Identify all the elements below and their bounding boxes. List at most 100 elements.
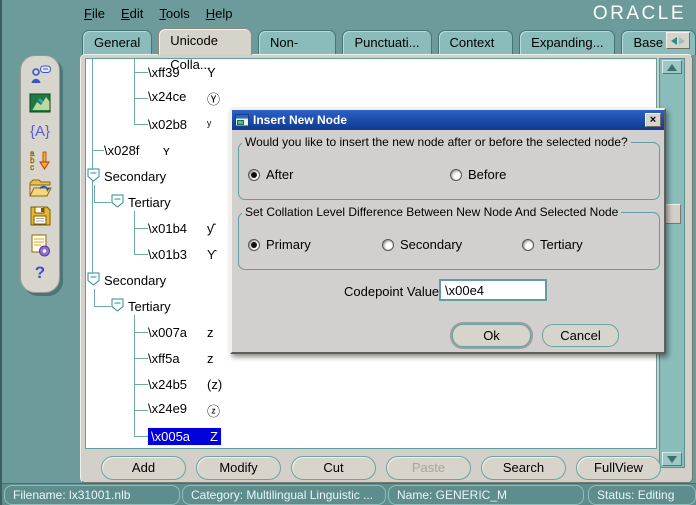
insert-new-node-dialog: Insert New Node × Would you like to inse… [230, 108, 666, 354]
character-set-icon[interactable]: {A} [26, 119, 54, 145]
tab-non-spaci[interactable]: Non-Spaci... [258, 30, 336, 55]
menu-bar: FileEditToolsHelp ORACLE [2, 0, 696, 26]
cancel-button[interactable]: Cancel [542, 324, 619, 347]
glyph-text: Ⓨ [207, 89, 220, 108]
tree-connector [134, 124, 148, 125]
collapse-expander-icon[interactable] [111, 194, 124, 211]
menu-file[interactable]: File [84, 6, 105, 21]
collapse-expander-icon[interactable] [111, 298, 124, 315]
status-bar: Filename: lx31001.nlbCategory: Multiling… [2, 483, 696, 505]
territory-icon[interactable] [26, 90, 54, 116]
codepoint-text: \x24b5 [148, 377, 195, 392]
tree-node-codepoint[interactable]: \x24ce Ⓨ [148, 85, 220, 111]
codepoint-text: \xff5a [148, 351, 195, 366]
paste-button[interactable]: Paste [386, 456, 471, 480]
tree-connector [134, 211, 135, 255]
radio-label: Tertiary [540, 237, 583, 252]
tab-unicode-colla[interactable]: Unicode Colla... [158, 28, 252, 55]
menu-edit[interactable]: Edit [121, 6, 143, 21]
close-icon[interactable]: × [645, 113, 661, 127]
glyph-text: (z) [207, 377, 222, 392]
tree-node-content: \x24e9ⓩ [148, 401, 220, 420]
codepoint-text: \x24ce [148, 89, 195, 108]
arrow-down-icon [667, 456, 677, 463]
fullview-button[interactable]: FullView [576, 456, 661, 480]
tree-node-codepoint[interactable]: \x02b8ʸ [148, 111, 211, 137]
tree-node-content: \x007az [148, 325, 214, 340]
tab-expanding[interactable]: Expanding... [519, 30, 615, 55]
scroll-down-button[interactable] [662, 452, 682, 466]
tree-node-label: Tertiary [128, 299, 171, 314]
scroll-up-button[interactable] [662, 60, 682, 74]
side-toolbar: {A}abc? [20, 55, 60, 293]
tree-node-codepoint[interactable]: \x24b5 (z) [148, 371, 222, 397]
dialog-title-bar[interactable]: Insert New Node × [232, 110, 664, 130]
menu-help[interactable]: Help [206, 6, 233, 21]
status-category: Category: Multilingual Linguistic ... [182, 485, 386, 505]
menu-tools[interactable]: Tools [159, 6, 189, 21]
tree-node-codepoint[interactable]: \x005aZ [148, 423, 221, 449]
linguistic-sort-icon[interactable]: abc [26, 147, 54, 173]
glyph-text: z [207, 351, 214, 366]
tree-node-codepoint[interactable]: \x01b3Ƴ [148, 241, 217, 267]
tree-connector [134, 358, 148, 359]
tree-node-tertiary[interactable]: Tertiary [111, 189, 171, 215]
tab-general[interactable]: General [82, 30, 152, 55]
radio-icon [382, 239, 394, 251]
insert-after-radio[interactable]: After [248, 167, 293, 182]
codepoint-text: \x24e9 [148, 401, 195, 420]
tree-node-content: \x24b5 (z) [148, 377, 222, 392]
tree-node-codepoint[interactable]: \x028f ʏ [104, 137, 170, 163]
codepoint-value-input[interactable] [439, 279, 547, 301]
help-icon[interactable]: ? [26, 260, 54, 286]
tree-connector [134, 436, 148, 437]
tree-node-codepoint[interactable]: \x01b4 ƴ [148, 215, 214, 241]
tree-connector [94, 202, 111, 203]
level-primary-radio[interactable]: Primary [248, 237, 311, 252]
tree-connector [134, 254, 148, 255]
tree-node-content: \x02b8ʸ [148, 117, 211, 132]
cut-button[interactable]: Cut [291, 456, 376, 480]
collation-level-group-label: Set Collation Level Difference Between N… [242, 205, 621, 219]
tab-context-s[interactable]: Context S... [438, 30, 514, 55]
level-secondary-radio[interactable]: Secondary [382, 237, 462, 252]
tree-node-tertiary[interactable]: Tertiary [111, 293, 171, 319]
collapse-expander-icon[interactable] [87, 272, 100, 289]
tree-connector [134, 72, 148, 73]
tree-node-codepoint[interactable]: \x007az [148, 319, 214, 345]
tree-node-codepoint[interactable]: \x24e9ⓩ [148, 397, 220, 423]
tab-scroll-right-icon [679, 37, 685, 45]
ok-button[interactable]: Ok [452, 324, 531, 347]
codepoint-text: \x028f [104, 143, 151, 158]
tree-node-codepoint[interactable]: \xff5a z [148, 345, 214, 371]
status-state: Status: Editing [588, 485, 696, 505]
dialog-icon [235, 114, 249, 127]
generate-nlb-icon[interactable] [26, 232, 54, 258]
add-button[interactable]: Add [101, 456, 186, 480]
insert-position-group: Would you like to insert the new node af… [238, 142, 660, 200]
codepoint-text: \x02b8 [148, 117, 195, 132]
search-button[interactable]: Search [481, 456, 566, 480]
tree-connector [134, 332, 148, 333]
modify-button[interactable]: Modify [196, 456, 281, 480]
tab-bar: GeneralUnicode Colla...Non-Spaci...Punct… [82, 28, 696, 55]
tree-connector [134, 59, 135, 125]
tab-scroll-button[interactable] [666, 32, 690, 49]
codepoint-text: \x01b4 [148, 221, 195, 236]
radio-label: After [266, 167, 293, 182]
insert-before-radio[interactable]: Before [450, 167, 506, 182]
tree-node-secondary[interactable]: Secondary [87, 163, 166, 189]
open-file-icon[interactable] [26, 175, 54, 201]
level-tertiary-radio[interactable]: Tertiary [522, 237, 583, 252]
dialog-title: Insert New Node [253, 113, 347, 127]
tab-punctuati[interactable]: Punctuati... [342, 30, 431, 55]
tree-node-secondary[interactable]: Secondary [87, 267, 166, 293]
glyph-text: ʏ [163, 143, 170, 158]
tree-node-label: Secondary [104, 273, 166, 288]
new-language-icon[interactable] [26, 62, 54, 88]
glyph-text: z [207, 325, 214, 340]
collapse-expander-icon[interactable] [87, 168, 100, 185]
save-file-icon[interactable] [26, 203, 54, 229]
tab-scroll-left-icon [671, 37, 677, 45]
glyph-text: ƴ [207, 221, 214, 236]
